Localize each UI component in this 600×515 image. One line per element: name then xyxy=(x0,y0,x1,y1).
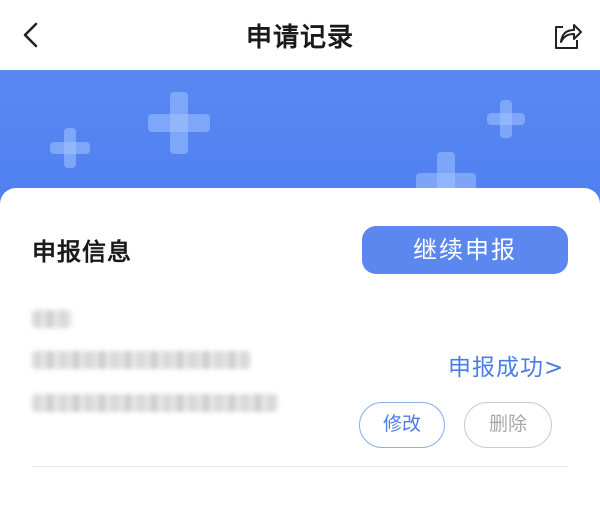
continue-apply-button[interactable]: 继续申报 xyxy=(362,226,568,274)
share-icon[interactable] xyxy=(550,18,584,52)
edit-button[interactable]: 修改 xyxy=(359,402,445,448)
blurred-datetime xyxy=(32,394,278,412)
section-title: 申报信息 xyxy=(32,238,132,266)
navigation-bar: 申请记录 xyxy=(0,0,600,70)
blurred-id-number xyxy=(32,351,250,369)
status-link[interactable]: 申报成功> xyxy=(448,348,564,382)
blurred-name xyxy=(32,310,72,328)
plus-decoration-icon xyxy=(50,128,90,168)
divider xyxy=(32,466,568,467)
plus-decoration-icon xyxy=(148,92,210,154)
record-card: 申报信息 继续申报 申报成功> 修改 删除 xyxy=(0,188,600,515)
page-title: 申请记录 xyxy=(245,23,354,53)
plus-decoration-icon xyxy=(487,100,525,138)
delete-button[interactable]: 删除 xyxy=(464,402,552,448)
